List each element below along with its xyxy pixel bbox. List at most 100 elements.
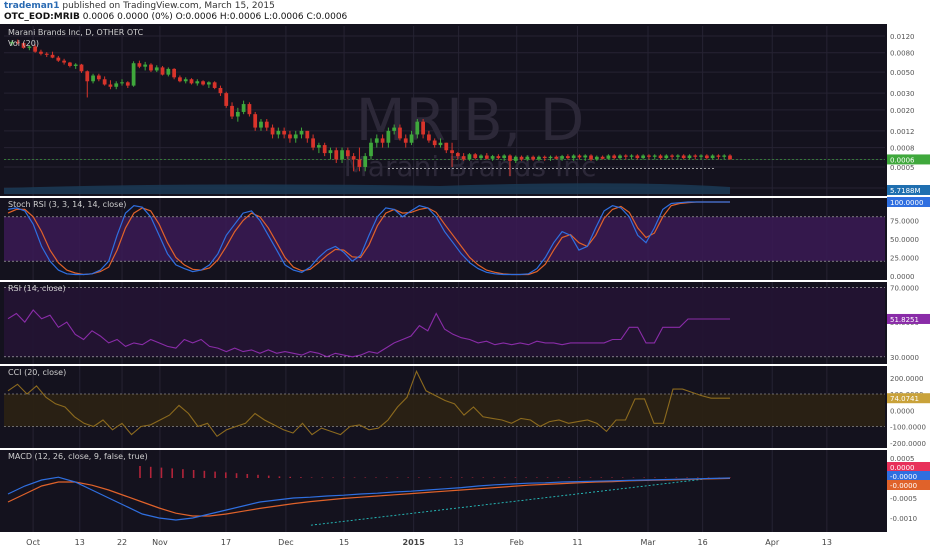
- candle-body: [131, 63, 136, 86]
- price-axis-label: 0.0050: [890, 69, 915, 77]
- candle-body: [554, 156, 559, 159]
- candle-body: [484, 155, 489, 159]
- candle-body: [305, 130, 310, 139]
- time-axis-label: Apr: [765, 538, 780, 547]
- candle-body: [623, 155, 628, 157]
- candle-body: [218, 87, 223, 94]
- price-axis-label: 0.0000: [890, 407, 915, 415]
- rsi-pane: RSI (14, close): [4, 284, 885, 358]
- pane-title: Marani Brands Inc, D, OTHER OTC: [8, 28, 144, 37]
- candle-body: [699, 155, 703, 157]
- candle-body: [693, 155, 698, 157]
- author-link[interactable]: trademan1: [4, 1, 59, 11]
- quote-line: OTC_EOD:MRIB 0.0006 0.0000 (0%) O:0.0006…: [4, 12, 347, 22]
- candle-body: [340, 150, 344, 160]
- candle-body: [328, 150, 333, 154]
- candle-body: [143, 64, 148, 67]
- candle-body: [513, 156, 518, 161]
- candle-body: [369, 142, 373, 157]
- candle-body: [606, 155, 611, 159]
- time-axis-label: 11: [572, 538, 582, 547]
- candle-body: [201, 81, 205, 85]
- candle-body: [600, 156, 605, 159]
- candle-body: [618, 155, 622, 159]
- candle-body: [149, 64, 153, 71]
- price-axis-label: 0.0005: [890, 164, 915, 172]
- candle-body: [235, 111, 240, 117]
- time-axis-label: 22: [117, 538, 127, 547]
- candle-body: [247, 104, 252, 115]
- time-axis-label: Oct: [26, 538, 40, 547]
- candle-body: [317, 145, 321, 148]
- cci-band: [4, 394, 885, 427]
- candle-body: [496, 156, 501, 159]
- candle-body: [73, 64, 78, 66]
- symbol-label: OTC_EOD:MRIB: [4, 12, 80, 22]
- candle-body: [421, 121, 425, 135]
- candle-body: [531, 156, 536, 160]
- candle-body: [652, 155, 657, 157]
- candle-body: [548, 156, 553, 159]
- candle-body: [438, 142, 443, 146]
- publish-line: trademan1 published on TradingView.com, …: [4, 1, 275, 11]
- time-axis-label: Nov: [152, 538, 168, 547]
- price-axis-label: -100.0000: [890, 424, 926, 432]
- last-price-tag: 0.0006: [890, 156, 915, 164]
- candle-body: [612, 155, 617, 159]
- rsi-value-tag: 51.8251: [890, 316, 919, 324]
- candle-body: [154, 67, 159, 71]
- candle-body: [629, 155, 634, 157]
- candle-body: [212, 82, 217, 88]
- time-axis-label: 15: [339, 538, 349, 547]
- candle-body: [62, 60, 66, 63]
- candle-body: [44, 53, 49, 55]
- candle-body: [160, 67, 165, 75]
- candle-body: [542, 156, 547, 159]
- candle-body: [670, 155, 674, 157]
- candle-body: [403, 138, 408, 143]
- candle-body: [259, 121, 263, 128]
- candle-body: [398, 127, 402, 139]
- time-axis-background: [0, 532, 887, 550]
- candle-body: [565, 156, 570, 159]
- candle-body: [409, 134, 414, 143]
- candle-body: [432, 140, 437, 146]
- candle-body: [537, 156, 541, 160]
- candle-body: [473, 154, 478, 159]
- time-axis-label: 13: [822, 538, 832, 547]
- candle-body: [681, 155, 686, 159]
- candle-body: [647, 155, 651, 157]
- price-axis-label: -0.0005: [890, 495, 917, 503]
- candle-body: [195, 81, 200, 84]
- candle-body: [658, 155, 663, 159]
- time-axis-label: Mar: [640, 538, 656, 547]
- candle-body: [479, 155, 483, 159]
- price-axis-label: -0.0010: [890, 515, 917, 523]
- price-axis-label: 0.0008: [890, 145, 915, 153]
- chart-area[interactable]: MRIB, DMarani Brands IncMarani Brands In…: [0, 24, 932, 550]
- volume-tag: 5.7188M: [890, 187, 921, 195]
- candle-body: [178, 77, 182, 82]
- candle-body: [728, 155, 732, 160]
- candle-body: [374, 138, 379, 143]
- volume-overlay-title: Vol (20): [8, 39, 39, 48]
- pane-title: MACD (12, 26, close, 9, false, true): [8, 452, 148, 461]
- time-axis-label: Feb: [510, 538, 524, 547]
- candle-body: [427, 134, 431, 141]
- candle-body: [85, 71, 90, 82]
- candle-body: [392, 127, 397, 131]
- chart-header: trademan1 published on TradingView.com, …: [0, 0, 932, 24]
- candle-body: [519, 156, 524, 160]
- price-axis-label: 70.0000: [890, 284, 919, 292]
- candle-body: [710, 155, 715, 159]
- time-axis-label: Dec: [278, 538, 293, 547]
- price-axis-label: 0.0000: [890, 273, 915, 281]
- candle-body: [571, 155, 576, 159]
- candle-body: [189, 79, 194, 84]
- price-axis-label: -200.0000: [890, 440, 926, 448]
- candle-body: [641, 155, 646, 159]
- price-axis-label: 0.0120: [890, 33, 915, 41]
- rsi-band: [4, 287, 885, 357]
- candle-body: [363, 156, 368, 167]
- price-axis-label: 0.0012: [890, 128, 915, 136]
